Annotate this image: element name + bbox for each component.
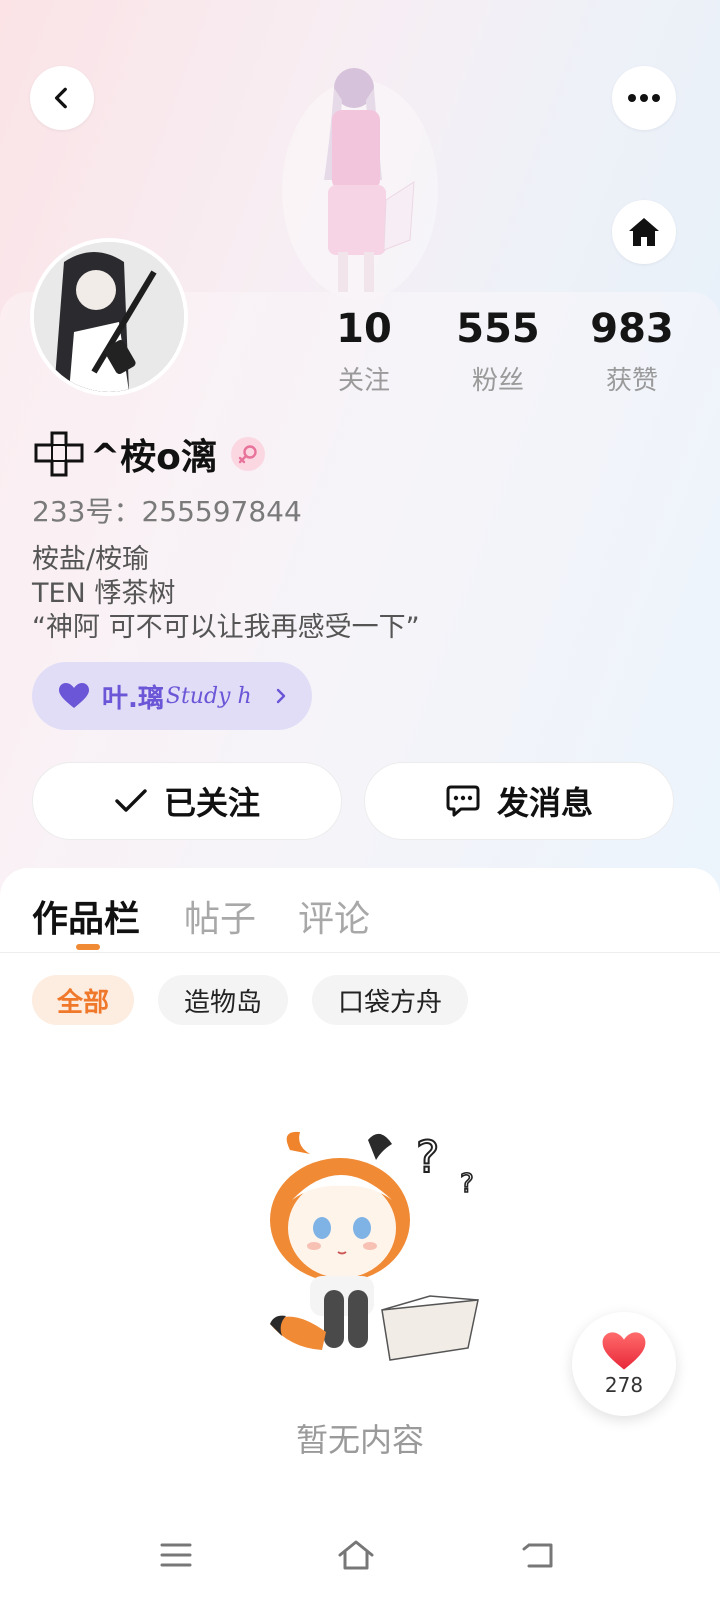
message-button[interactable]: 发消息 bbox=[364, 762, 674, 840]
tab-comments[interactable]: 评论 bbox=[298, 890, 370, 942]
filter-creation-island[interactable]: 造物岛 bbox=[158, 975, 288, 1025]
name-row: ^桉o漓 bbox=[34, 428, 265, 480]
menu-icon bbox=[160, 1543, 192, 1567]
message-label: 发消息 bbox=[496, 784, 593, 822]
stat-value: 983 bbox=[590, 306, 674, 352]
banner-character-image bbox=[282, 68, 438, 300]
followed-button[interactable]: 已关注 bbox=[32, 762, 342, 840]
filter-all[interactable]: 全部 bbox=[32, 975, 134, 1025]
fan-badge-script: Study h bbox=[165, 683, 252, 709]
tab-indicator bbox=[76, 944, 100, 950]
empty-state-text: 暂无内容 bbox=[295, 1421, 424, 1459]
user-id: 233号：255597844 bbox=[32, 495, 302, 528]
bio-line: “神阿 可不可以让我再感受一下” bbox=[32, 612, 420, 643]
more-horizontal-icon bbox=[628, 94, 660, 102]
stat-label: 关注 bbox=[337, 366, 390, 396]
tab-posts[interactable]: 帖子 bbox=[184, 890, 256, 942]
home-button[interactable] bbox=[612, 200, 676, 264]
bio-line: 桉盐/桉瑜 bbox=[32, 544, 150, 575]
fan-group-badge[interactable]: 叶.璃 Study h bbox=[32, 662, 312, 730]
check-icon bbox=[115, 789, 147, 812]
heart-icon bbox=[59, 683, 89, 708]
bio-line: TEN 悸茶树 bbox=[32, 578, 176, 609]
svg-text:?: ? bbox=[460, 1169, 474, 1199]
more-button[interactable] bbox=[612, 66, 676, 130]
back-icon bbox=[522, 1543, 553, 1568]
chat-icon bbox=[446, 785, 480, 817]
female-icon bbox=[230, 437, 265, 471]
chevron-left-icon bbox=[54, 87, 67, 109]
avatar-image bbox=[34, 242, 184, 392]
stat-likes[interactable]: 983 获赞 bbox=[562, 306, 702, 397]
filter-pocket-ark[interactable]: 口袋方舟 bbox=[312, 975, 468, 1025]
home-icon bbox=[629, 218, 659, 246]
followed-label: 已关注 bbox=[163, 784, 260, 822]
username: ^桉o漓 bbox=[90, 437, 217, 478]
stat-following[interactable]: 10 关注 bbox=[294, 306, 434, 397]
system-nav-bar bbox=[0, 1520, 720, 1600]
svg-text:?: ? bbox=[416, 1132, 439, 1183]
nav-menu-button[interactable] bbox=[146, 1530, 206, 1580]
fan-badge-text: 叶.璃 bbox=[102, 683, 164, 714]
stat-followers[interactable]: 555 粉丝 bbox=[428, 306, 568, 397]
heart-icon bbox=[602, 1332, 646, 1370]
back-button[interactable] bbox=[30, 66, 94, 130]
divider bbox=[0, 952, 720, 953]
stat-value: 10 bbox=[336, 306, 392, 352]
cross-symbol-icon bbox=[34, 431, 84, 477]
tab-works[interactable]: 作品栏 bbox=[32, 890, 140, 942]
home-outline-icon bbox=[338, 1540, 374, 1570]
stat-label: 获赞 bbox=[605, 366, 658, 396]
nav-back-button[interactable] bbox=[508, 1530, 568, 1580]
bio: 桉盐/桉瑜 TEN 悸茶树 “神阿 可不可以让我再感受一下” bbox=[32, 543, 420, 645]
chevron-right-icon bbox=[276, 688, 285, 704]
stat-value: 555 bbox=[456, 306, 540, 352]
empty-state-illustration: ? ? bbox=[270, 1131, 479, 1361]
like-count: 278 bbox=[604, 1373, 644, 1397]
nav-home-button[interactable] bbox=[326, 1530, 386, 1580]
stat-label: 粉丝 bbox=[471, 366, 524, 396]
avatar[interactable] bbox=[30, 238, 188, 396]
like-button[interactable]: 278 bbox=[572, 1312, 676, 1416]
